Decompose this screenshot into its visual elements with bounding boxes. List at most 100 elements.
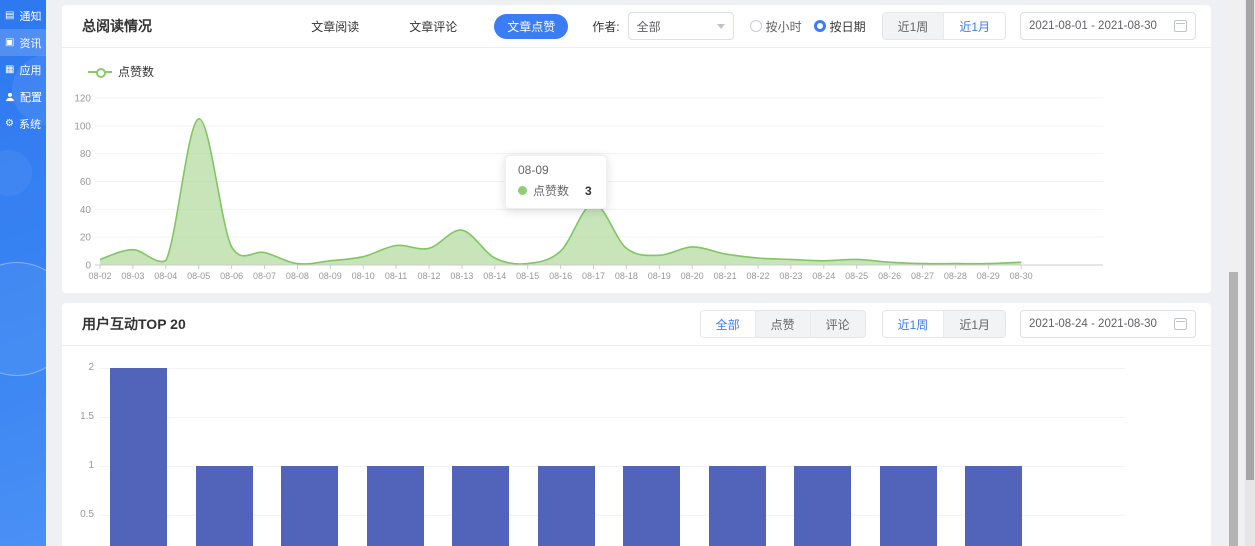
radio-1[interactable]: 按小时 [750, 18, 802, 35]
legend-label: 点赞数 [118, 63, 154, 80]
panel1-title: 总阅读情况 [82, 16, 152, 36]
tooltip-series: 点赞数 [533, 182, 569, 199]
svg-text:08-30: 08-30 [1010, 271, 1033, 281]
svg-text:08-06: 08-06 [220, 271, 243, 281]
svg-text:08-09: 08-09 [319, 271, 342, 281]
area-chart-svg: 02040608010012008-0208-0308-0408-0508-06… [62, 85, 1172, 285]
inner-scrollbar-track[interactable] [1225, 0, 1242, 546]
area-chart: 02040608010012008-0208-0308-0408-0508-06… [62, 85, 1172, 290]
bar-y-axis-label: 1 [64, 460, 94, 471]
author-label: 作者: [592, 18, 619, 35]
svg-text:08-19: 08-19 [648, 271, 671, 281]
bar-item[interactable] [110, 368, 167, 546]
chart-tooltip: 08-09 点赞数 3 [505, 155, 607, 209]
date-range-text: 2021-08-24 - 2021-08-30 [1029, 318, 1157, 330]
sidebar-menu: ▤ 通知 ▣ 资讯 ▦ 应用配置 ⚙系统 [0, 0, 46, 137]
filter-button-1[interactable]: 全部 [701, 311, 756, 337]
svg-text:08-23: 08-23 [779, 271, 802, 281]
bar-item[interactable] [965, 466, 1022, 546]
bar-item[interactable] [623, 466, 680, 546]
svg-text:40: 40 [80, 205, 92, 216]
svg-text:08-18: 08-18 [615, 271, 638, 281]
svg-text:08-22: 08-22 [746, 271, 769, 281]
radio-label: 按日期 [830, 18, 866, 35]
svg-text:08-15: 08-15 [516, 271, 539, 281]
svg-text:0: 0 [85, 261, 91, 272]
sidebar-item-system[interactable]: ⚙系统 [0, 110, 46, 137]
svg-text:08-29: 08-29 [977, 271, 1000, 281]
bar-y-axis-label: 0.5 [64, 509, 94, 520]
tooltip-value: 3 [585, 184, 592, 198]
sidebar-item-label: 资讯 [19, 35, 41, 51]
panel1-header: 总阅读情况 文章阅读文章评论文章点赞 作者: 全部 按小时按日期 近1周近1月 … [62, 5, 1211, 48]
svg-text:08-10: 08-10 [352, 271, 375, 281]
svg-text:100: 100 [74, 121, 91, 132]
svg-text:08-14: 08-14 [483, 271, 506, 281]
bar-item[interactable] [281, 466, 338, 546]
range-button-1[interactable]: 近1周 [883, 13, 945, 39]
tab-1[interactable]: 文章阅读 [298, 14, 372, 39]
svg-text:08-11: 08-11 [385, 271, 407, 281]
svg-text:08-21: 08-21 [714, 271, 737, 281]
tab-2[interactable]: 文章评论 [396, 14, 470, 39]
date-range-text: 2021-08-01 - 2021-08-30 [1029, 20, 1157, 32]
bar-item[interactable] [709, 466, 766, 546]
sidebar-decor-circle [0, 150, 32, 196]
panel1-radio-group: 按小时 按日期 [750, 18, 866, 35]
svg-text:08-20: 08-20 [681, 271, 704, 281]
outer-scrollbar-thumb[interactable] [1246, 0, 1254, 480]
radio-dot-icon [814, 20, 826, 32]
bar-item[interactable] [794, 466, 851, 546]
bar-item[interactable] [452, 466, 509, 546]
svg-text:08-16: 08-16 [549, 271, 572, 281]
svg-text:08-28: 08-28 [944, 271, 967, 281]
gear-icon: ⚙ [5, 118, 14, 130]
radio-2[interactable]: 按日期 [814, 18, 866, 35]
range-button-2[interactable]: 近1月 [944, 311, 1005, 337]
sidebar: ▤ 通知 ▣ 资讯 ▦ 应用配置 ⚙系统 [0, 0, 46, 546]
svg-text:08-27: 08-27 [911, 271, 934, 281]
apps-icon: ▦ [5, 64, 14, 76]
author-select[interactable]: 全部 [628, 12, 734, 40]
outer-scrollbar-track[interactable] [1245, 0, 1255, 546]
chevron-down-icon [717, 24, 725, 29]
panel1-date-range[interactable]: 2021-08-01 - 2021-08-30 [1020, 12, 1196, 40]
bar-gridline [100, 417, 1125, 418]
notice-icon: ▤ [5, 10, 14, 22]
series-dot-icon [518, 186, 527, 195]
sidebar-item-config[interactable]: 配置 [0, 83, 46, 110]
sidebar-item-label: 应用 [19, 62, 41, 78]
sidebar-item-label: 通知 [19, 8, 41, 24]
sidebar-item-notice[interactable]: ▤ 通知 [0, 2, 46, 29]
panel2-title: 用户互动TOP 20 [82, 314, 186, 334]
bar-y-axis-label: 1.5 [64, 411, 94, 422]
svg-text:08-04: 08-04 [154, 271, 177, 281]
author-select-value: 全部 [637, 18, 661, 35]
inner-scrollbar-thumb[interactable] [1229, 272, 1238, 546]
panel2-date-range[interactable]: 2021-08-24 - 2021-08-30 [1020, 310, 1196, 338]
tab-3[interactable]: 文章点赞 [494, 14, 568, 39]
sidebar-item-news[interactable]: ▣ 资讯 [0, 29, 46, 56]
bar-item[interactable] [538, 466, 595, 546]
filter-button-3[interactable]: 评论 [811, 311, 865, 337]
svg-text:08-17: 08-17 [582, 271, 605, 281]
sidebar-item-label: 配置 [20, 89, 42, 105]
panel-total-reading: 总阅读情况 文章阅读文章评论文章点赞 作者: 全部 按小时按日期 近1周近1月 … [62, 5, 1211, 293]
radio-label: 按小时 [766, 18, 802, 35]
range-button-2[interactable]: 近1月 [944, 13, 1005, 39]
sidebar-item-apps[interactable]: ▦ 应用 [0, 56, 46, 83]
filter-button-2[interactable]: 点赞 [756, 311, 811, 337]
svg-text:08-07: 08-07 [253, 271, 276, 281]
news-icon: ▣ [5, 37, 14, 49]
svg-text:08-26: 08-26 [878, 271, 901, 281]
bar-item[interactable] [367, 466, 424, 546]
bar-chart: 21.510.5 [100, 358, 1171, 546]
svg-text:80: 80 [80, 149, 92, 160]
bar-item[interactable] [196, 466, 253, 546]
svg-text:08-02: 08-02 [88, 271, 111, 281]
svg-text:08-24: 08-24 [812, 271, 835, 281]
bar-item[interactable] [880, 466, 937, 546]
range-button-1[interactable]: 近1周 [883, 311, 945, 337]
chart1-legend[interactable]: 点赞数 [88, 63, 154, 80]
svg-text:08-03: 08-03 [121, 271, 144, 281]
